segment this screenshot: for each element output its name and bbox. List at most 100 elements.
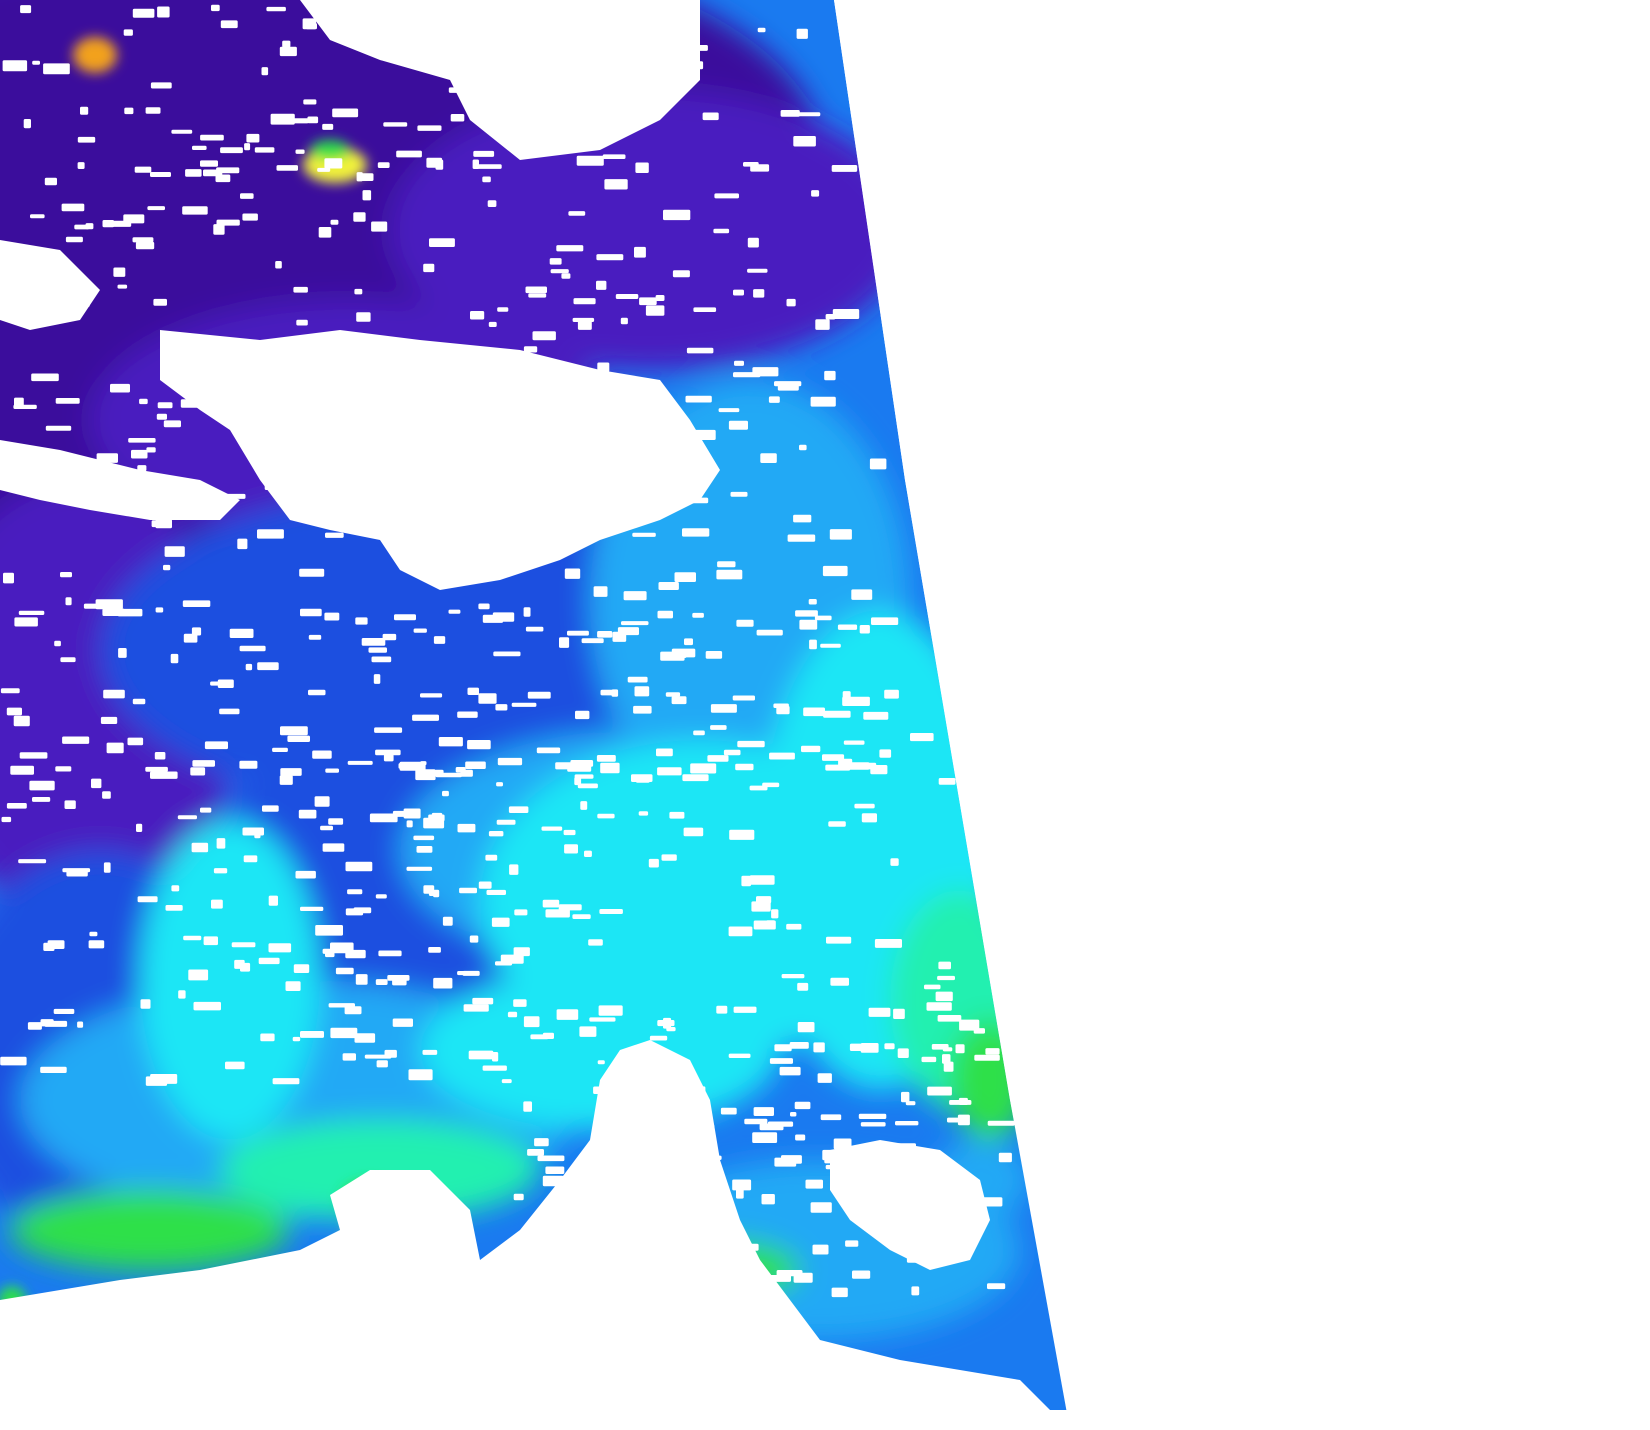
- cloud-speck-182: [187, 369, 200, 381]
- cloud-speck-476: [53, 1008, 75, 1014]
- cloud-speck-5: [43, 63, 70, 75]
- cloud-speck-359: [735, 763, 754, 771]
- cloud-streak-7-682: [262, 805, 279, 812]
- cloud-speck-267: [859, 625, 870, 634]
- cloud-speck-339: [478, 881, 492, 889]
- cloud-speck-103: [686, 347, 714, 354]
- cloud-speck-400: [330, 1027, 358, 1039]
- cloud-speck-102: [602, 154, 626, 159]
- cloud-streak-4-632: [567, 630, 589, 636]
- cloud-speck-87: [211, 4, 220, 12]
- cloud-streak-5-654: [823, 710, 851, 718]
- cloud-speck-562: [933, 1162, 947, 1167]
- cloud-speck-431: [145, 766, 168, 772]
- cloud-speck-432: [580, 801, 588, 810]
- cloud-speck-91: [282, 40, 291, 48]
- cloud-speck-94: [216, 167, 240, 174]
- cloud-speck-287: [54, 640, 61, 647]
- cloud-streak-1-605: [396, 150, 422, 158]
- cloud-speck-260: [809, 639, 817, 650]
- cloud-streak-5-646: [575, 710, 590, 720]
- cloud-speck-9: [664, 55, 679, 62]
- cloud-speck-369: [89, 931, 98, 937]
- cloud-speck-210: [182, 600, 211, 607]
- cloud-speck-481: [102, 791, 111, 799]
- cloud-speck-282: [842, 696, 870, 706]
- cloud-speck-281: [156, 413, 167, 420]
- cloud-speck-222: [716, 569, 743, 580]
- cloud-speck-416: [211, 899, 223, 909]
- cloud-speck-555: [542, 1175, 564, 1187]
- cloud-speck-80: [85, 223, 94, 230]
- cloud-speck-464: [345, 861, 373, 872]
- cloud-streak-7-691: [541, 826, 563, 831]
- cloud-speck-484: [762, 782, 780, 788]
- cloud-speck-223: [409, 384, 419, 393]
- cloud-speck-376: [433, 977, 453, 989]
- cloud-speck-193: [553, 392, 578, 401]
- cloud-speck-577: [985, 1048, 1000, 1055]
- cloud-speck-372: [374, 727, 403, 733]
- cloud-speck-315: [347, 889, 363, 895]
- cloud-streak-5-648: [633, 705, 652, 714]
- cloud-speck-203: [675, 650, 687, 658]
- cloud-streak-6-657: [150, 771, 178, 779]
- cloud-streak-0-592: [322, 123, 334, 130]
- map-viewport[interactable]: [0, 0, 1650, 1430]
- cloud-speck-500: [998, 1152, 1012, 1163]
- cloud-streak-11-726: [860, 1122, 886, 1127]
- cloud-speck-303: [861, 813, 877, 823]
- cloud-streak-0-591: [293, 118, 309, 124]
- cloud-speck-18: [832, 309, 860, 319]
- cloud-speck-545: [895, 1121, 919, 1126]
- cloud-speck-361: [897, 1048, 909, 1058]
- cloud-speck-227: [493, 651, 521, 657]
- cloud-streak-6-675: [769, 752, 795, 760]
- cloud-speck-395: [598, 1005, 623, 1016]
- cloud-speck-537: [976, 1197, 1003, 1207]
- cloud-speck-241: [460, 412, 488, 419]
- cloud-speck-401: [874, 939, 902, 948]
- cloud-streak-4-624: [300, 608, 322, 617]
- cloud-streak-0-590: [246, 133, 260, 143]
- cloud-streak-3-613: [470, 311, 485, 320]
- cloud-speck-28: [714, 193, 739, 199]
- cloud-speck-442: [669, 811, 685, 819]
- cloud-speck-583: [643, 1077, 653, 1082]
- cloud-speck-326: [183, 935, 202, 941]
- cloud-speck-515: [927, 1086, 952, 1096]
- cloud-speck-208: [448, 415, 455, 422]
- cloud-speck-270: [373, 674, 381, 684]
- cloud-speck-132: [429, 459, 444, 464]
- cloud-streak-4-641: [871, 617, 899, 625]
- cloud-streak-1-599: [220, 147, 243, 154]
- cloud-speck-382: [64, 800, 76, 809]
- cloud-speck-197: [810, 396, 836, 407]
- cloud-speck-7: [473, 150, 495, 157]
- cloud-speck-561: [805, 1179, 823, 1189]
- cloud-speck-66: [503, 99, 513, 109]
- cloud-speck-475: [893, 1008, 905, 1019]
- cloud-speck-531: [640, 1282, 649, 1293]
- cloud-speck-19: [550, 269, 569, 274]
- cloud-speck-219: [191, 627, 202, 636]
- cloud-speck-579: [649, 1124, 667, 1135]
- cloud-streak-6-674: [723, 749, 741, 756]
- cloud-speck-252: [453, 540, 463, 546]
- cloud-speck-463: [786, 923, 802, 930]
- cloud-speck-89: [811, 190, 820, 197]
- cloud-streak-2-606: [30, 214, 45, 219]
- cloud-speck-438: [375, 979, 388, 985]
- cloud-speck-569: [736, 1188, 744, 1199]
- cloud-speck-548: [884, 1043, 895, 1050]
- cloud-speck-164: [299, 568, 325, 577]
- cloud-speck-552: [633, 1057, 640, 1063]
- cloud-speck-519: [744, 1118, 768, 1125]
- cloud-speck-293: [16, 454, 42, 464]
- cloud-speck-458: [280, 768, 302, 776]
- cloud-speck-199: [374, 441, 400, 450]
- cloud-speck-21: [634, 246, 646, 258]
- cloud-speck-235: [671, 696, 687, 705]
- cloud-speck-320: [469, 935, 479, 943]
- cloud-speck-78: [568, 211, 586, 216]
